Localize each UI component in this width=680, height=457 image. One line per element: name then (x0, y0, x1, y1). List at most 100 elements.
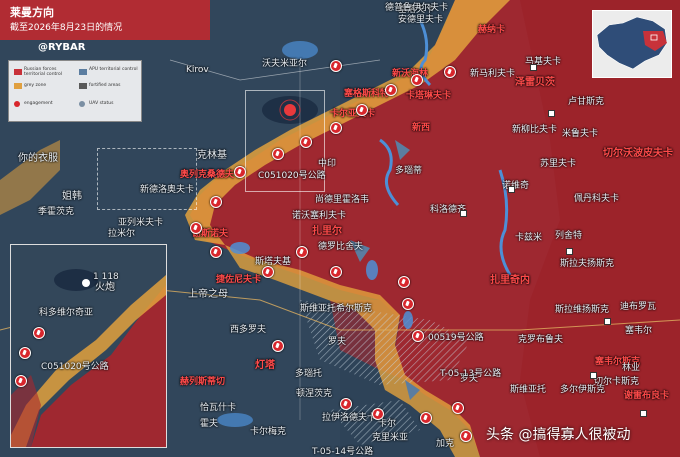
map-canvas[interactable]: 莱曼方向 截至2026年8月23日的情况 @RYBAR Russian forc… (0, 0, 680, 457)
inset-place-label: 科多维尔奇亚 (39, 308, 94, 318)
place-label: 拉米尔 (108, 229, 136, 239)
legend-swatch (14, 83, 22, 89)
engagement-marker[interactable] (340, 398, 352, 410)
place-label: 捷佐尼夫卡 (216, 275, 262, 285)
place-label: 克林基 (197, 150, 227, 161)
place-label: 切尔卡斯克 (594, 377, 640, 387)
legend-label: fortified areas (89, 83, 121, 88)
place-label: 多瑙蒂 (395, 166, 423, 176)
place-label: 克罗布鲁夫 (518, 335, 564, 345)
place-label: 诺维奇 (502, 181, 530, 191)
engagement-marker[interactable] (330, 60, 342, 72)
road-label: 00519号公路 (428, 333, 484, 343)
place-label: 诺沃塞利夫卡 (292, 211, 347, 221)
place-label: 克里米亚 (372, 433, 409, 443)
engagement-marker[interactable] (15, 375, 27, 387)
place-label: 姐韩 (62, 191, 82, 202)
inset-attack-count: 1 118 (93, 272, 119, 282)
place-label: 新德洛奥夫卡 (140, 185, 195, 195)
place-label: 赫列斯蒂切 (180, 377, 226, 387)
place-label: 斯维亚托希尔斯克 (300, 304, 373, 314)
inset-road-label: C051020号公路 (41, 362, 109, 372)
place-label: 新柳比夫卡 (512, 125, 558, 135)
place-label: 安德里夫卡 (398, 15, 444, 25)
road-label: T-05-13号公路 (440, 369, 502, 379)
engagement-marker[interactable] (190, 222, 202, 234)
engagement-marker[interactable] (19, 347, 31, 359)
place-label: 列舍特 (555, 231, 583, 241)
settlement-marker (530, 64, 537, 71)
legend-label: APU territorial control (89, 67, 138, 72)
road-label: C051020号公路 (258, 171, 326, 181)
place-label: 德罗比舍夫 (318, 242, 364, 252)
engagement-marker[interactable] (234, 166, 246, 178)
engagement-marker[interactable] (412, 330, 424, 342)
engagement-marker[interactable] (33, 327, 45, 339)
place-label: 西多罗夫 (230, 325, 267, 335)
engagement-marker[interactable] (300, 136, 312, 148)
place-label: 上帝之母 (188, 289, 228, 300)
place-label: 德普鲁伊尔夫卡 (385, 3, 449, 13)
place-label: 林业 (622, 363, 641, 373)
engagement-marker[interactable] (385, 84, 397, 96)
engagement-marker[interactable] (398, 276, 410, 288)
legend-label: grey zone (24, 83, 47, 88)
engagement-marker[interactable] (272, 148, 284, 160)
place-label: 季霍茨克 (38, 207, 75, 217)
place-label: 沃夫米亚尔 (262, 59, 308, 69)
engagement-marker[interactable] (356, 104, 368, 116)
engagement-marker[interactable] (210, 246, 222, 258)
place-label: 罗夫 (328, 337, 347, 347)
place-label: 塞格斯科特 (344, 89, 390, 99)
legend-label: engagement (24, 101, 53, 106)
engagement-marker[interactable] (330, 266, 342, 278)
engagement-marker[interactable] (210, 196, 222, 208)
place-label: 扎里奇内 (490, 275, 530, 286)
watermark: 头条 @搞得寡人很被动 (486, 427, 631, 443)
place-label: 斯塔夫基 (255, 257, 292, 267)
legend-swatch (14, 101, 20, 107)
legend-swatch (79, 69, 87, 75)
place-label: 亚列米夫卡 (118, 218, 164, 228)
overview-minimap (592, 10, 672, 78)
engagement-marker[interactable] (330, 122, 342, 134)
engagement-marker[interactable] (460, 430, 472, 442)
place-label: 卡塔琳夫卡 (406, 91, 452, 101)
place-label: 中印 (318, 159, 337, 169)
legend-label: Russian forces territorial control (24, 67, 63, 77)
place-label: 卡尔梅克 (250, 427, 287, 437)
place-label: 迪布罗瓦 (620, 302, 657, 312)
engagement-marker[interactable] (452, 402, 464, 414)
place-label: 斯拉维扬斯克 (555, 305, 610, 315)
place-label: 斯拉夫扬斯克 (560, 259, 615, 269)
engagement-marker[interactable] (262, 266, 274, 278)
settlement-marker (590, 372, 597, 379)
engagement-marker[interactable] (372, 408, 384, 420)
settlement-marker (604, 318, 611, 325)
settlement-marker (566, 248, 573, 255)
engagement-marker[interactable] (272, 340, 284, 352)
place-label: 赫纳卡 (478, 25, 506, 35)
place-label: 扎里尔 (312, 226, 342, 237)
legend-label: UAV status (89, 101, 114, 106)
place-label: 你的衣服 (18, 153, 58, 164)
place-label: 恰瓦什卡 (200, 403, 237, 413)
engagement-marker[interactable] (402, 298, 414, 310)
place-label: 加克 (436, 439, 455, 449)
settlement-marker (548, 110, 555, 117)
place-label: 苏里夫卡 (540, 159, 577, 169)
place-label: 米鲁夫卡 (562, 129, 599, 139)
place-label: 尚德里霍洛韦 (315, 195, 370, 205)
engagement-marker[interactable] (420, 412, 432, 424)
place-label: 卡尔亚夫卡 (330, 109, 376, 119)
place-label: 拉伊洛德夫卡 (322, 413, 377, 423)
engagement-marker[interactable] (296, 246, 308, 258)
place-label: 佩丹科夫卡 (574, 194, 620, 204)
engagement-marker[interactable] (444, 66, 456, 78)
place-label: 切尔沃波皮夫卡 (603, 148, 673, 159)
legend-panel: Russian forces territorial control APU t… (8, 60, 142, 122)
place-label: 卡兹米 (515, 233, 543, 243)
engagement-marker[interactable] (411, 74, 423, 86)
road-label: T-05-14号公路 (312, 447, 374, 457)
place-label: 谢雷布良卡 (624, 391, 670, 401)
